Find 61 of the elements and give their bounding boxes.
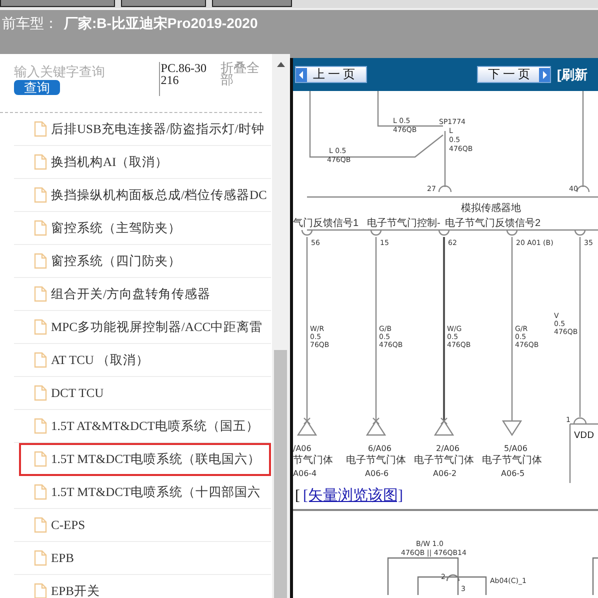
vector-view-link[interactable]: [矢量浏览该图] [303,488,403,504]
tree-item[interactable]: EPB开关 [14,575,271,598]
connector-label: 5/A06 [504,444,528,453]
document-icon [34,451,47,467]
terminal-label: A06-6 [365,469,389,478]
model-code-field[interactable]: PC.86-30216 [158,62,208,96]
tree-item[interactable]: 组合开关/方向盘转角传感器 [14,278,271,311]
bracket-text: [ [295,488,300,504]
signal-label: 电子节气门反馈信号2 [445,218,541,229]
document-icon [34,253,47,269]
toolbar-button[interactable] [121,0,206,7]
tree-item[interactable]: 后排USB充电连接器/防盗指示灯/时钟 [14,113,271,146]
document-icon [34,352,47,368]
tree-item[interactable]: C-EPS [14,509,271,542]
signal-label: 电子节气门控制- [367,218,440,229]
component-label: 电子节气门体 [482,455,542,466]
scrollbar-thumb[interactable] [274,350,287,598]
document-icon [34,121,47,137]
next-page-button[interactable]: 下一页 [477,66,551,83]
document-icon [34,385,47,401]
component-label: 电子节气门体 [346,455,406,466]
tree-item[interactable]: 1.5T AT&MT&DCT电喷系统（国五） [14,410,271,443]
search-button[interactable]: 查询 [14,80,60,95]
document-icon [34,418,47,434]
component-label: 电子节气门体 [414,455,474,466]
document-icon [34,550,47,566]
terminal-label: A06-5 [501,469,525,478]
previous-page-button[interactable]: 上一页 [295,66,367,83]
toolbar-button[interactable] [212,0,292,7]
document-icon [34,319,47,335]
component-label: VDD [574,431,594,441]
scroll-up-icon[interactable] [277,62,285,67]
component-label: 节气门体 [293,455,333,466]
signal-label: 模拟传感器地 [461,203,521,214]
terminal-label: A06-2 [433,469,457,478]
document-icon [34,484,47,500]
tree-item[interactable]: DCT TCU [14,377,271,410]
vehicle-model: 厂家:B-比亚迪宋Pro2019-2020 [64,15,258,33]
document-icon [34,286,47,302]
connector-label: 6/A06 [368,444,392,453]
toolbar-button[interactable] [0,0,115,7]
document-icon [34,220,47,236]
vehicle-label: 前车型： [2,15,58,33]
connector-label: /A06 [293,444,312,453]
refresh-link[interactable]: [刷新 [557,66,588,84]
tree-item[interactable]: 窗控系统（主驾防夹） [14,212,271,245]
signal-label: 气门反馈信号1 [293,218,359,229]
connector-label: 2/A06 [436,444,460,453]
document-icon [34,517,47,533]
terminal-label: A06-4 [293,469,317,478]
tree-item[interactable]: MPC多功能视屏控制器/ACC中距离雷 [14,311,271,344]
tree-item[interactable]: 换挡操纵机构面板总成/档位传感器DC [14,179,271,212]
tree-item[interactable]: EPB [14,542,271,575]
document-icon [34,187,47,203]
document-icon [34,154,47,170]
tree-item[interactable]: 窗控系统（四门防夹） [14,245,271,278]
tree-item[interactable]: AT TCU （取消） [14,344,271,377]
tree-item[interactable]: 1.5T MT&DCT电喷系统（联电国六） [19,443,271,476]
tree-item[interactable]: 1.5T MT&DCT电喷系统（十四部国六 [14,476,271,509]
scrollbar[interactable] [272,54,290,598]
tree-item[interactable]: 换挡机构AI（取消） [14,146,271,179]
